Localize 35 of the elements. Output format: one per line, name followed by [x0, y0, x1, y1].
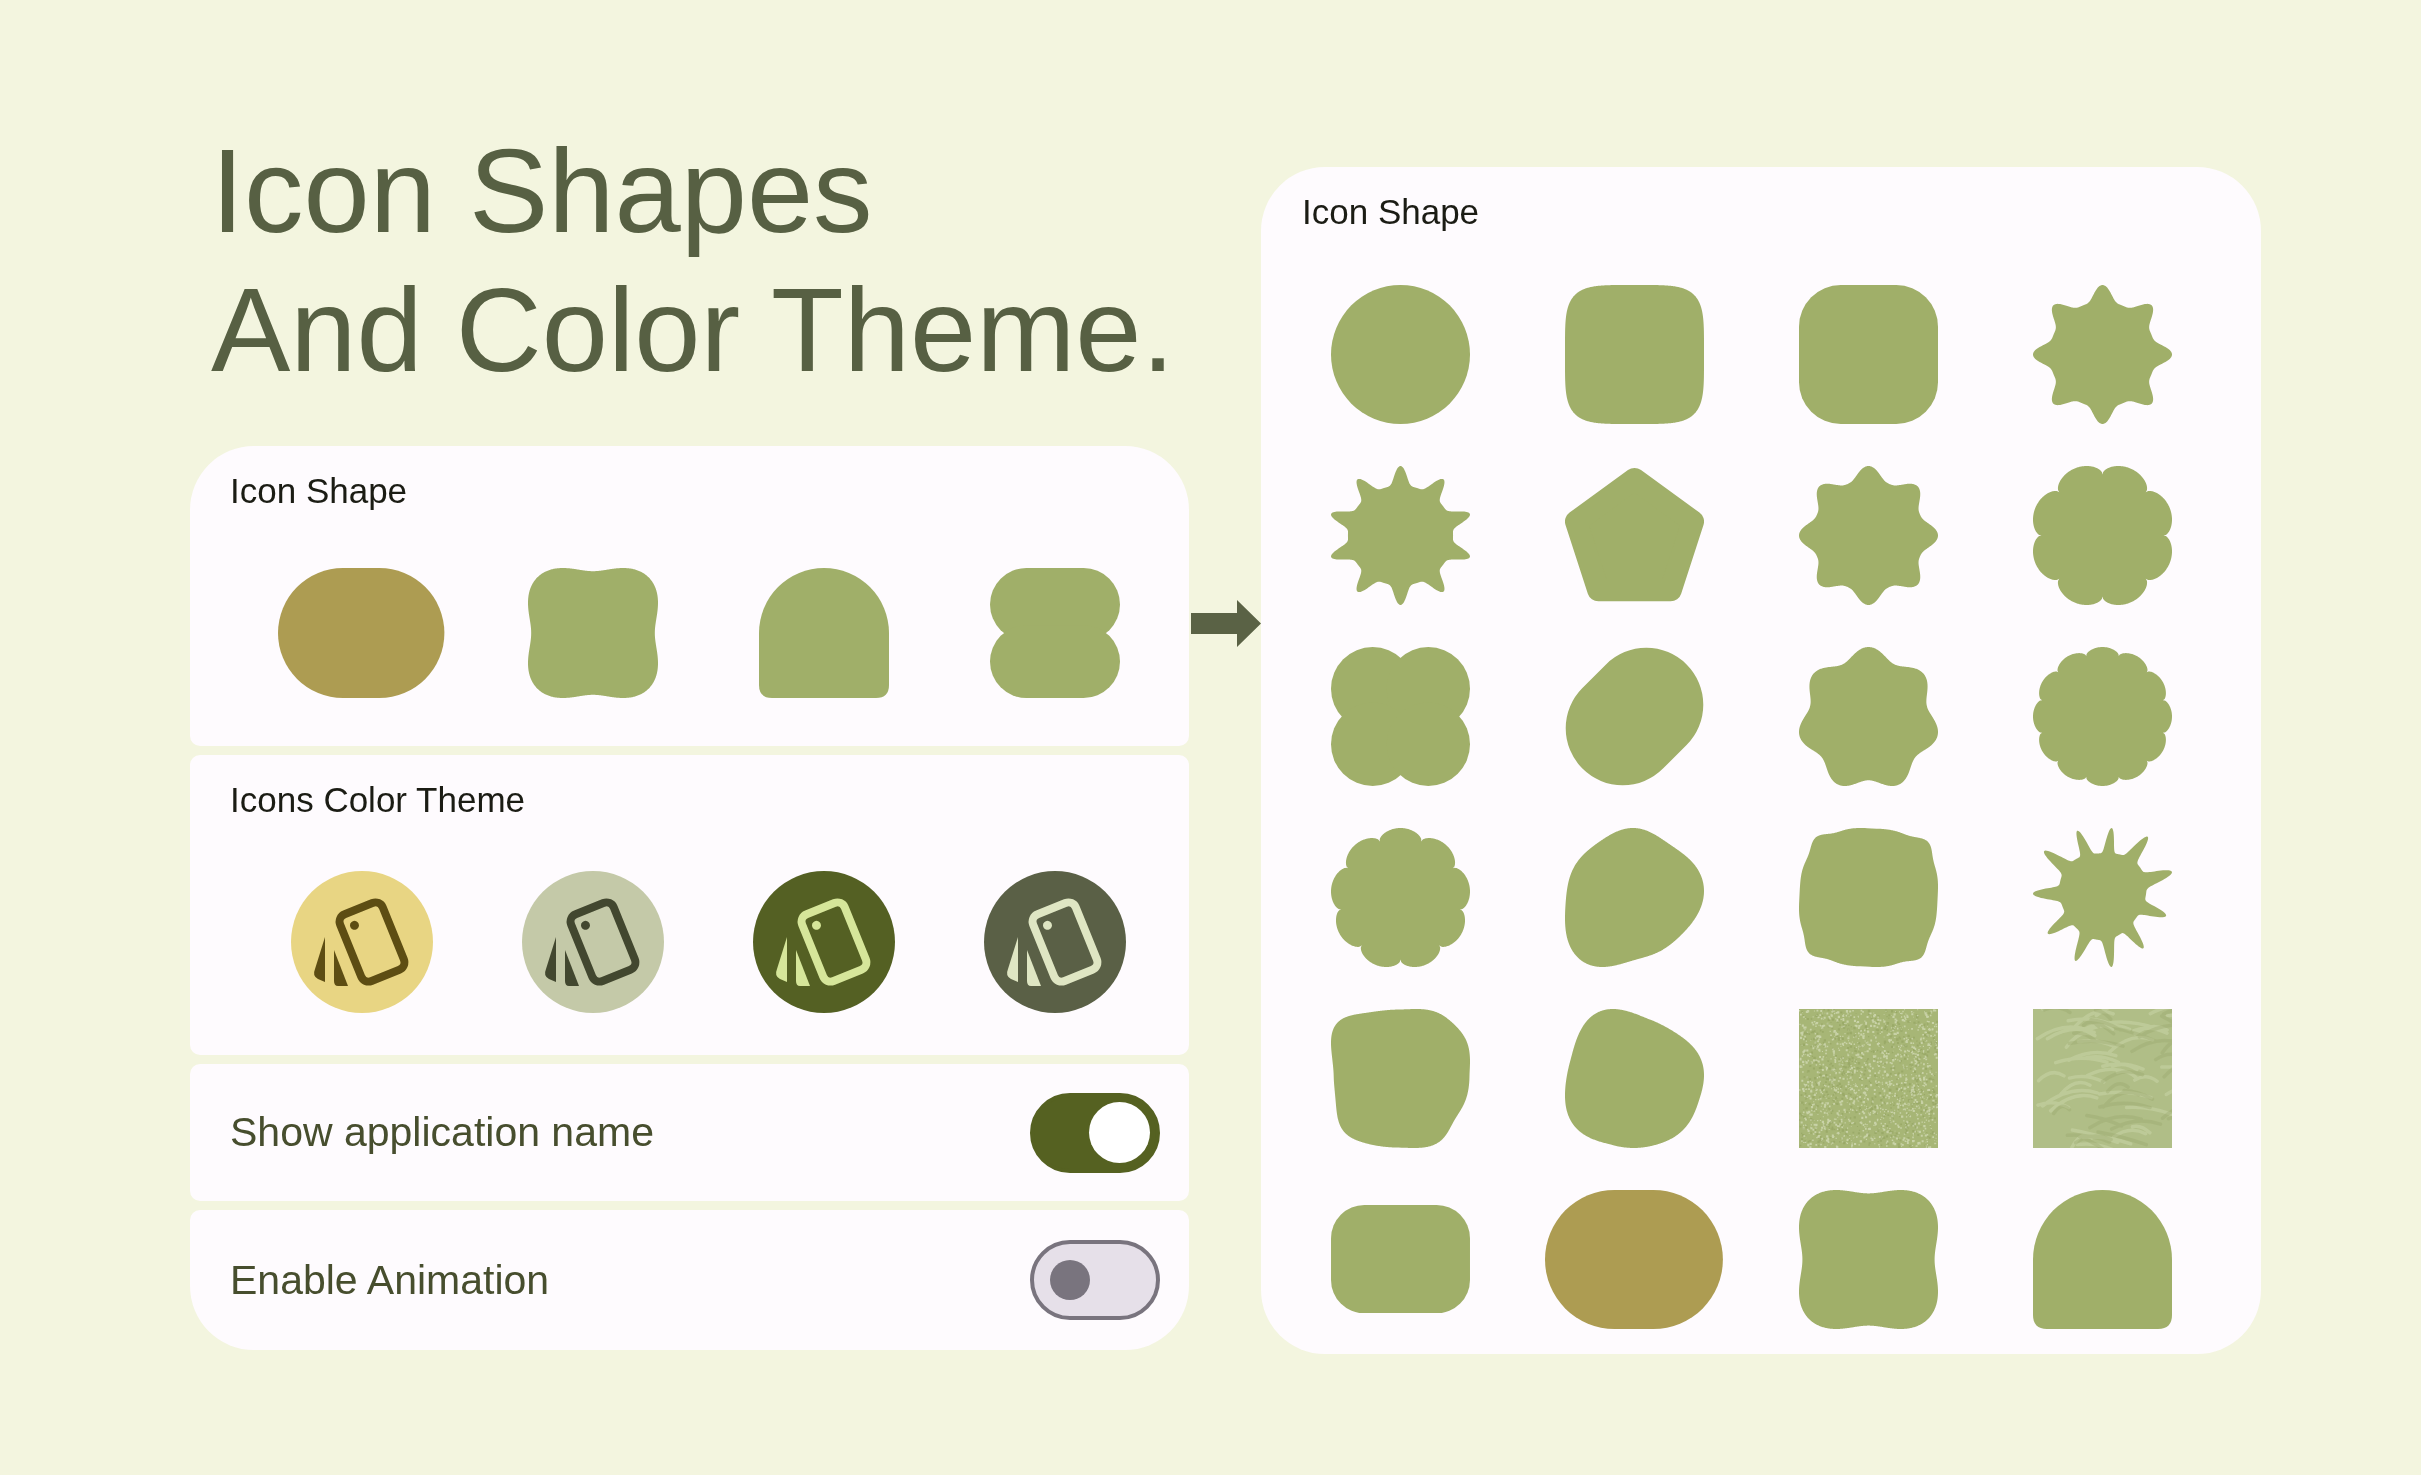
arch-shape-icon[interactable] — [2032, 1189, 2172, 1329]
section-title: Icon Shape — [230, 472, 408, 510]
squircle-shape-icon[interactable] — [1564, 284, 1704, 424]
puffy-square-shape-icon[interactable] — [1798, 827, 1938, 967]
grain-texture-icon[interactable] — [1798, 1008, 1938, 1148]
headline-text: And Color Theme. — [211, 262, 1175, 398]
setting-label: Show application name — [230, 1109, 654, 1156]
clover-shape-icon[interactable] — [1330, 646, 1470, 786]
arch-shape-icon[interactable] — [758, 568, 889, 698]
burst-shape-icon[interactable] — [1330, 465, 1470, 605]
texture-swatch-icon[interactable] — [2032, 1008, 2172, 1148]
blob-shape-icon[interactable] — [1564, 1008, 1704, 1148]
star-shape-icon[interactable] — [2032, 284, 2172, 424]
switch-thumb — [1089, 1102, 1150, 1163]
section-title: Icon Shape — [1302, 193, 1480, 231]
star-shape-icon[interactable] — [1798, 465, 1938, 605]
scalloped-shape-icon[interactable] — [2032, 646, 2172, 786]
burst-shape-icon[interactable] — [2032, 827, 2172, 967]
clover-shape-icon[interactable] — [1798, 1189, 1938, 1329]
setting-label: Enable Animation — [230, 1256, 550, 1304]
section-title: Icons Color Theme — [230, 781, 526, 819]
pentagon-shape-icon[interactable] — [1564, 468, 1704, 602]
headline-text: Icon Shapes — [211, 123, 873, 259]
clover-shape-icon[interactable] — [527, 568, 658, 698]
circle-shape-icon[interactable] — [1330, 284, 1470, 424]
flower-shape-icon[interactable] — [2032, 465, 2172, 605]
scalloped-shape-icon[interactable] — [1330, 827, 1470, 967]
stacked-pills-shape-icon[interactable] — [989, 568, 1120, 698]
scalloped-shape-icon[interactable] — [1798, 646, 1938, 786]
arrow-right-icon — [1191, 600, 1261, 647]
switch-thumb — [1050, 1260, 1090, 1300]
rounded-square-shape-icon[interactable] — [1798, 284, 1938, 424]
blob-shape-icon[interactable] — [1330, 1008, 1470, 1148]
rounded-rectangle-shape-icon[interactable] — [1330, 1204, 1470, 1314]
blob-shape-icon[interactable] — [1564, 827, 1704, 967]
